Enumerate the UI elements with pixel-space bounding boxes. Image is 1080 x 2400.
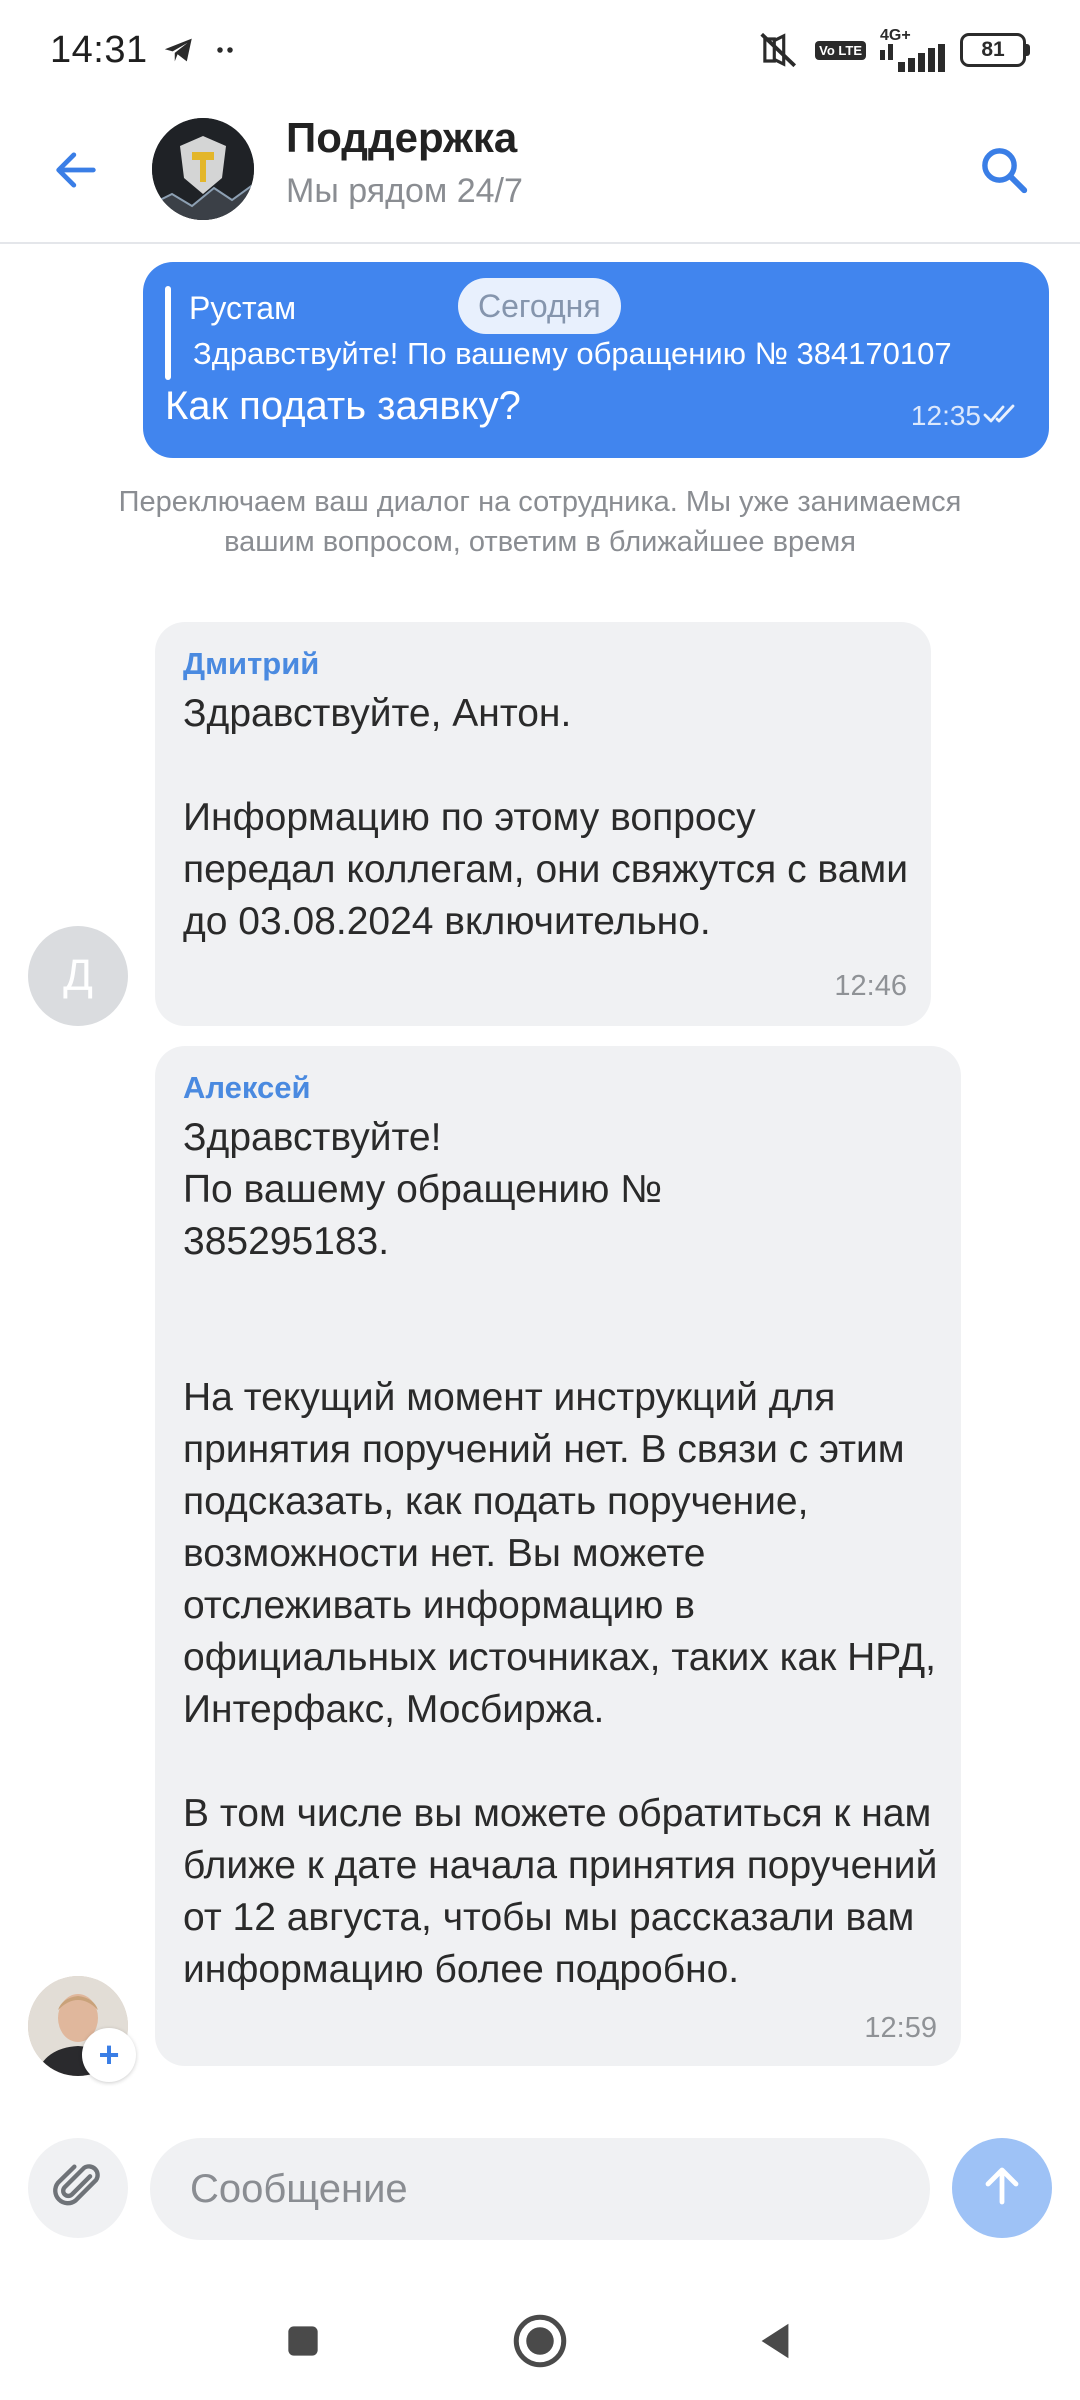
recents-icon [281,2319,325,2368]
message-text: Здравствуйте! По вашему обращению № 3852… [183,1116,938,1991]
arrow-up-icon [978,2162,1026,2215]
message-time: 12:46 [834,970,907,1002]
search-button[interactable] [966,134,1042,210]
search-icon [977,143,1031,202]
avatar-letter: Д [63,951,93,1000]
message-composer [0,2120,1080,2260]
status-bar: 14:31 Vo LTE 4G+ 81 [0,0,1080,100]
message-time: 12:35 [910,400,981,431]
system-nav-bar [0,2280,1080,2400]
message-text: Как подать заявку? [165,384,521,428]
reply-text: Здравствуйте! По вашему обращению № 3841… [193,336,952,371]
incoming-message[interactable]: Дмитрий Здравствуйте, Антон. Информацию … [155,622,931,1026]
back-button[interactable] [44,140,108,204]
recents-button[interactable] [268,2308,338,2378]
back-icon [752,2318,798,2369]
incoming-message[interactable]: Алексей Здравствуйте! По вашему обращени… [155,1046,961,2066]
reply-quote-bar [165,286,171,380]
signal-icon: 4G+ [880,28,946,72]
date-separator: Сегодня [458,278,621,334]
more-dots-icon [210,35,240,65]
chat-title: Поддержка [286,114,518,161]
chat-area[interactable]: Рустам Здравствуйте! По вашему обращению… [0,246,1080,2086]
home-button[interactable] [505,2308,575,2378]
bank-logo-icon [152,118,254,220]
plus-icon: + [98,2034,120,2075]
double-check-icon [983,402,1023,431]
send-button[interactable] [952,2138,1052,2238]
battery-icon: 81 [960,33,1030,67]
volte-icon: Vo LTE [815,40,866,60]
battery-level: 81 [960,33,1026,67]
message-time: 12:59 [864,2012,937,2044]
system-back-button[interactable] [740,2308,810,2378]
attach-button[interactable] [28,2138,128,2238]
status-time: 14:31 [50,28,148,71]
paperclip-icon [49,2157,107,2220]
avatar[interactable]: Д [28,926,128,1026]
network-type: 4G+ [880,27,911,44]
message-input[interactable] [150,2138,930,2240]
support-avatar[interactable] [152,118,254,220]
chat-header: Поддержка Мы рядом 24/7 [0,100,1080,244]
system-message: Переключаем ваш диалог на сотрудника. Мы… [118,486,962,558]
sender-name: Алексей [183,1070,311,1105]
reply-sender: Рустам [189,290,297,326]
home-icon [510,2311,570,2376]
chat-subtitle: Мы рядом 24/7 [286,172,523,210]
volte-label: Vo LTE [819,42,862,58]
telegram-icon [162,33,196,67]
add-contact-button[interactable]: + [82,2028,136,2082]
sender-name: Дмитрий [183,646,320,681]
mute-icon [757,30,801,70]
status-left: 14:31 [50,29,240,72]
status-right: Vo LTE 4G+ 81 [757,28,1030,72]
message-text: Здравствуйте, Антон. Информацию по этому… [183,692,909,943]
arrow-left-icon [50,144,102,201]
